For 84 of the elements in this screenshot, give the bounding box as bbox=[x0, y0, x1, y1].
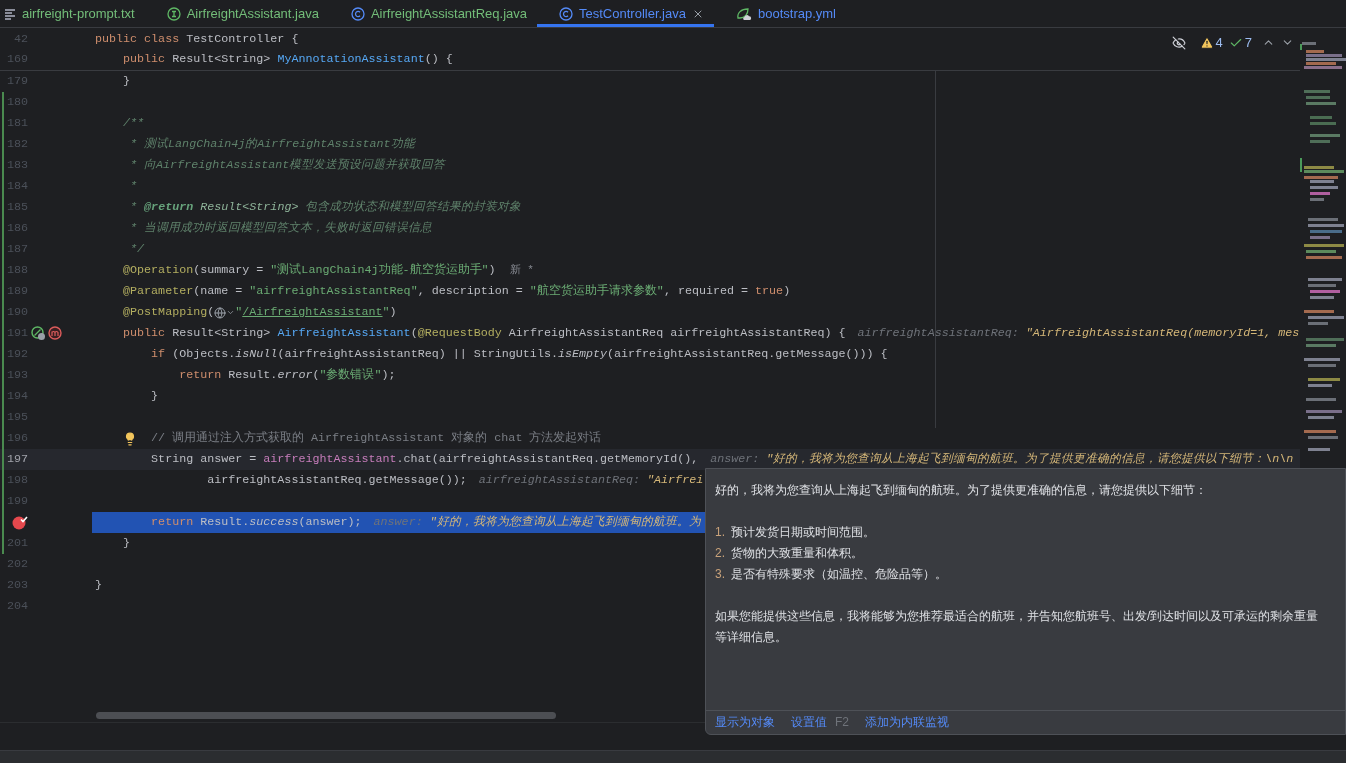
leaf-cloud-icon bbox=[735, 6, 752, 21]
code-text: public Result<String> MyAnnotationAssistant() { bbox=[122, 51, 453, 69]
line-number: 197 bbox=[5, 450, 28, 468]
popup-action-link[interactable]: 显示为对象 bbox=[715, 712, 775, 733]
code-text: String answer = airfreightAssistant.chat(airfreightAssistantReq.getMemoryId(), bbox=[150, 450, 699, 468]
change-marker[interactable] bbox=[2, 449, 4, 470]
popup-text: 好的，我将为您查询从上海起飞到缅甸的航班。为了提供更准确的信息，请您提供以下细节： bbox=[715, 482, 1208, 499]
code-text: @Operation(summary = "测试LangChain4j功能-航空货运助手") bbox=[122, 261, 496, 279]
code-text: * 测试LangChain4j的AirfreightAssistant功能 bbox=[129, 135, 415, 153]
editor-tab[interactable]: AirfreightAssistantReq.java bbox=[328, 0, 537, 27]
breakpoint-icon[interactable] bbox=[12, 515, 28, 530]
author-hint[interactable]: 新 * bbox=[509, 262, 534, 279]
check-count[interactable]: 7 bbox=[1244, 33, 1252, 53]
inline-value-hint[interactable]: airfreightAssistantReq: "Airfrei bbox=[478, 471, 704, 490]
method-icon[interactable] bbox=[48, 326, 63, 341]
change-marker[interactable] bbox=[2, 176, 4, 197]
globe-dropdown-icon[interactable] bbox=[214, 306, 236, 319]
change-marker[interactable] bbox=[2, 491, 4, 512]
code-text: return Result.success(answer); bbox=[150, 513, 362, 531]
endpoint-globe-icon[interactable] bbox=[31, 326, 46, 341]
class-icon bbox=[559, 6, 573, 21]
change-marker[interactable] bbox=[2, 113, 4, 134]
change-marker[interactable] bbox=[2, 134, 4, 155]
inline-value-hint[interactable]: airfreightAssistantReq: "AirfreightAssistantReq(memoryId=1, mes bbox=[857, 324, 1300, 343]
change-marker[interactable] bbox=[2, 386, 4, 407]
code-text: airfreightAssistantReq.getMessage()); bbox=[206, 471, 467, 489]
change-marker[interactable] bbox=[2, 302, 4, 323]
change-marker[interactable] bbox=[2, 344, 4, 365]
change-marker[interactable] bbox=[2, 533, 4, 554]
warning-count[interactable]: 4 bbox=[1215, 33, 1223, 53]
list-number: 1. bbox=[715, 524, 726, 541]
interface-icon bbox=[166, 6, 181, 21]
code-text: } bbox=[122, 72, 131, 90]
list-item-text: 是否有特殊要求（如温控、危险品等）。 bbox=[731, 566, 947, 583]
popup-action-link[interactable]: 设置值 bbox=[791, 712, 827, 733]
code-text: "/AirfreightAssistant") bbox=[235, 303, 397, 321]
code-text: } bbox=[150, 387, 159, 405]
change-marker[interactable] bbox=[2, 92, 4, 113]
reader-mode-icon[interactable] bbox=[1171, 35, 1186, 50]
code-text: /** bbox=[122, 114, 145, 132]
code-text: * 向AirfreightAssistant模型发送预设问题并获取回答 bbox=[129, 156, 446, 174]
code-text: return Result.error("参数错误"); bbox=[178, 366, 396, 384]
code-text: public class TestController { bbox=[95, 31, 299, 49]
change-marker[interactable] bbox=[2, 197, 4, 218]
popup-action-link[interactable]: 添加为内联监视 bbox=[865, 712, 949, 733]
code-text: } bbox=[95, 576, 102, 594]
inline-value-hint[interactable]: answer: "好的，我将为您查询从上海起飞到缅甸的航班。为 bbox=[373, 513, 701, 532]
code-text: // 调用通过注入方式获取的 AirfreightAssistant 对象的 chat 方法发起对话 bbox=[151, 429, 602, 447]
text-file-icon bbox=[4, 7, 16, 20]
change-marker[interactable] bbox=[2, 260, 4, 281]
change-marker[interactable] bbox=[2, 281, 4, 302]
editor-tab[interactable]: bootstrap.yml bbox=[713, 0, 846, 27]
code-text: public Result<String> AirfreightAssistant(@RequestBody AirfreightAssistantReq airfreightAssistantReq) { bbox=[122, 324, 846, 342]
code-text: @PostMapping( bbox=[122, 303, 215, 321]
change-marker[interactable] bbox=[2, 323, 4, 344]
code-text: * 当调用成功时返回模型回答文本，失败时返回错误信息 bbox=[129, 219, 433, 237]
inline-value-hint[interactable]: answer: "好的，我将为您查询从上海起飞到缅甸的航班。为了提供更准确的信息，请您提供以下细节：\n\n bbox=[710, 450, 1294, 469]
warning-icon[interactable] bbox=[1199, 35, 1214, 50]
editor-tab[interactable]: AirfreightAssistant.java bbox=[144, 0, 329, 27]
code-text: } bbox=[122, 534, 131, 552]
shortcut-hint: F2 bbox=[835, 714, 849, 731]
change-marker[interactable] bbox=[2, 428, 4, 449]
list-number: 3. bbox=[715, 566, 726, 583]
change-marker[interactable] bbox=[2, 407, 4, 428]
horizontal-scrollbar[interactable] bbox=[96, 711, 556, 719]
code-text: * @return Result<String> 包含成功状态和模型回答结果的封装对象 bbox=[129, 198, 522, 216]
code-text: */ bbox=[129, 240, 145, 258]
change-marker[interactable] bbox=[2, 239, 4, 260]
editor-tab[interactable]: airfreight-prompt.txt bbox=[0, 0, 145, 27]
change-marker[interactable] bbox=[2, 218, 4, 239]
code-text: * bbox=[129, 177, 138, 195]
class-icon bbox=[350, 6, 365, 21]
change-marker[interactable] bbox=[2, 155, 4, 176]
list-item-text: 货物的大致重量和体积。 bbox=[731, 545, 863, 562]
change-marker[interactable] bbox=[2, 512, 4, 533]
code-text: if (Objects.isNull(airfreightAssistantReq) || StringUtils.isEmpty(airfreightAssistantReq.getMessage())) { bbox=[150, 345, 888, 363]
list-number: 2. bbox=[715, 545, 726, 562]
change-marker[interactable] bbox=[2, 365, 4, 386]
list-item-text: 预计发货日期或时间范围。 bbox=[731, 524, 875, 541]
change-marker[interactable] bbox=[2, 470, 4, 491]
popup-text: 如果您能提供这些信息，我将能够为您推荐最适合的航班，并告知您航班号、出发/到达时间以及可承运的剩余重量等详细信息。 bbox=[715, 608, 1320, 646]
lightbulb-icon[interactable] bbox=[123, 431, 137, 446]
code-text: @Parameter(name = "airfreightAssistantReq", description = "航空货运助手请求参数", required = true) bbox=[122, 282, 791, 300]
editor-tab[interactable]: TestController.java bbox=[537, 0, 714, 27]
